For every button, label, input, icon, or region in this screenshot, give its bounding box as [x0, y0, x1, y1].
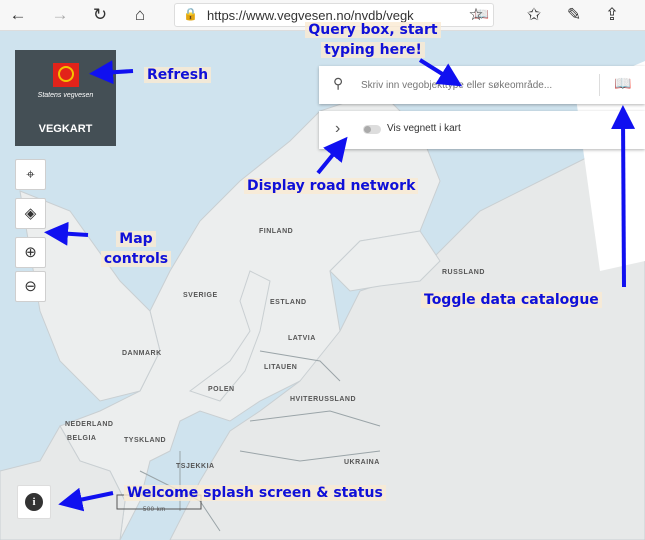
- annotation-refresh-text: Refresh: [144, 67, 212, 83]
- annotation-road-network-text: Display road network: [244, 178, 419, 194]
- agency-emblem-icon: [53, 63, 79, 87]
- zoom-in-button[interactable]: ⊕: [15, 237, 46, 268]
- label-sverige: SVERIGE: [183, 292, 218, 299]
- annotation-query-line2: typing here!: [321, 42, 425, 58]
- label-tyskland: TYSKLAND: [124, 437, 167, 444]
- reload-icon[interactable]: ↻: [88, 3, 112, 27]
- label-litauen: LITAUEN: [264, 364, 298, 371]
- app-name: VEGKART: [38, 123, 93, 135]
- label-ukraina: UKRAINA: [344, 459, 380, 466]
- back-icon[interactable]: ←: [6, 3, 30, 27]
- annotation-query-line1: Query box, start: [305, 22, 441, 38]
- zoom-in-icon: ⊕: [24, 244, 37, 261]
- search-input[interactable]: [359, 74, 588, 96]
- crosshair-icon: ⌖: [26, 166, 35, 183]
- logo-refresh-button[interactable]: Statens vegvesen VEGKART: [15, 50, 116, 146]
- annotation-map-controls: Map controls: [98, 229, 174, 269]
- home-icon[interactable]: ⌂: [128, 3, 152, 27]
- search-panel: ⚲ 📖: [319, 66, 645, 104]
- share-icon[interactable]: ⇪: [600, 3, 624, 27]
- annotation-welcome: Welcome splash screen & status: [124, 483, 386, 503]
- label-polen: POLEN: [208, 386, 235, 393]
- label-latvia: LATVIA: [288, 335, 316, 342]
- agency-name: Statens vegvesen: [37, 92, 94, 99]
- annotation-refresh: Refresh: [144, 65, 212, 85]
- info-button[interactable]: i: [17, 485, 51, 519]
- road-network-toggle[interactable]: [363, 125, 381, 134]
- zoom-out-icon: ⊖: [24, 278, 37, 295]
- road-network-label: Vis vegnett i kart: [387, 123, 461, 134]
- forward-icon[interactable]: →: [48, 3, 72, 27]
- scale-label: 500 km: [143, 507, 166, 513]
- divider: [599, 74, 600, 96]
- annotation-welcome-text: Welcome splash screen & status: [124, 485, 386, 501]
- pen-icon[interactable]: ✎: [562, 3, 586, 27]
- search-icon: ⚲: [333, 75, 344, 91]
- label-estland: ESTLAND: [270, 299, 307, 306]
- label-danmark: DANMARK: [122, 350, 162, 357]
- catalogue-book-icon[interactable]: 📖: [614, 75, 631, 92]
- favorite-star-icon[interactable]: ☆: [464, 3, 488, 27]
- lock-icon: 🔒: [183, 7, 198, 21]
- label-nederland: NEDERLAND: [65, 421, 114, 428]
- chevron-right-icon[interactable]: ›: [335, 120, 340, 138]
- label-hviterussland: HVITERUSSLAND: [290, 396, 357, 403]
- layers-button[interactable]: ◈: [15, 198, 46, 229]
- annotation-map-controls-line2: controls: [100, 251, 172, 267]
- layers-icon: ◈: [24, 205, 37, 222]
- label-russland: RUSSLAND: [442, 269, 485, 276]
- label-tsjekkia: TSJEKKIA: [176, 463, 215, 470]
- annotation-catalogue: Toggle data catalogue: [421, 290, 602, 310]
- locate-button[interactable]: ⌖: [15, 159, 46, 190]
- label-finland: FINLAND: [259, 228, 294, 235]
- annotation-road-network: Display road network: [244, 176, 419, 196]
- favorites-icon[interactable]: ✩: [522, 3, 546, 27]
- road-network-bar[interactable]: › Vis vegnett i kart: [319, 111, 645, 149]
- annotation-map-controls-line1: Map: [116, 231, 156, 247]
- annotation-query: Query box, start typing here!: [288, 20, 458, 60]
- zoom-out-button[interactable]: ⊖: [15, 271, 46, 302]
- annotation-catalogue-text: Toggle data catalogue: [421, 292, 602, 308]
- label-belgia: BELGIA: [67, 435, 97, 442]
- info-icon: i: [25, 493, 43, 511]
